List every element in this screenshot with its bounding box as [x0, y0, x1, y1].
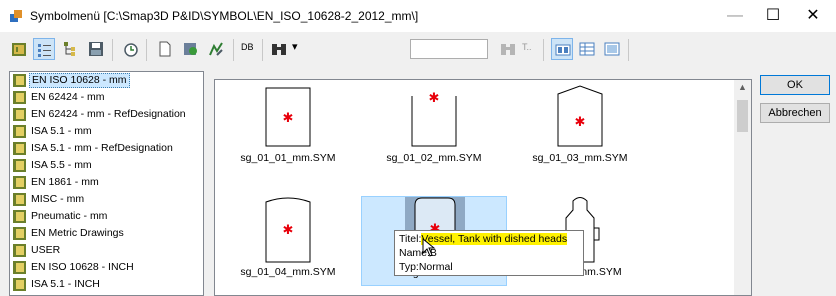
- scroll-up-arrow-icon[interactable]: ▲: [734, 82, 751, 92]
- binoculars-icon[interactable]: [268, 38, 290, 60]
- symbol-marker: ✱: [283, 110, 294, 125]
- list-view-icon[interactable]: [33, 38, 55, 60]
- library-book-icon: [13, 159, 26, 172]
- library-book-icon: [13, 142, 26, 155]
- library-book-icon: [13, 210, 26, 223]
- tree-item-label: EN 1861 - mm: [31, 176, 99, 188]
- gallery-scrollbar[interactable]: ▲: [734, 80, 751, 295]
- scrollbar-thumb[interactable]: [737, 100, 748, 132]
- library-icon[interactable]: [8, 38, 30, 60]
- large-icons-view-icon[interactable]: [551, 38, 573, 60]
- library-book-icon: [13, 261, 26, 274]
- symbol-marker: ✱: [575, 114, 586, 129]
- app-icon: [10, 10, 22, 22]
- symbol-label: sg_01_01_mm.SYM: [240, 152, 336, 164]
- preview-view-icon[interactable]: [601, 38, 623, 60]
- tooltip-type-line: Typ:Normal: [399, 261, 453, 273]
- vessel-preview-icon: ✱: [265, 87, 311, 147]
- title-bar: Symbolmenü [C:\Smap3D P&ID\SYMBOL\EN_ISO…: [0, 0, 836, 32]
- symbol-tile[interactable]: ✱ sg_01_03_mm.SYM: [507, 80, 653, 170]
- library-book-icon: [13, 125, 26, 138]
- new-document-icon[interactable]: [154, 38, 176, 60]
- library-book-icon: [13, 278, 26, 291]
- library-book-icon: [13, 91, 26, 104]
- tree-item-label: EN Metric Drawings: [31, 227, 124, 239]
- mouse-pointer-icon: [422, 238, 436, 257]
- search-dropdown-button[interactable]: ▾: [292, 40, 298, 53]
- search-input[interactable]: [410, 39, 488, 59]
- cancel-button[interactable]: Abbrechen: [760, 103, 830, 123]
- symbol-marker: ✱: [283, 222, 294, 237]
- tree-view-icon[interactable]: [59, 38, 81, 60]
- window-title: Symbolmenü [C:\Smap3D P&ID\SYMBOL\EN_ISO…: [30, 9, 419, 23]
- symbol-library-tree: EN ISO 10628 - mm EN 62424 - mm EN 62424…: [9, 71, 204, 296]
- tree-item-label: Pneumatic - mm: [31, 210, 108, 222]
- domed-vessel-preview-icon: ✱: [265, 197, 311, 263]
- tooltip-title-label: Titel:: [399, 233, 422, 245]
- db-button[interactable]: DB: [241, 42, 254, 52]
- find-next-icon: [497, 38, 519, 60]
- refresh-icon[interactable]: [180, 38, 202, 60]
- library-book-icon: [13, 74, 26, 87]
- details-view-icon[interactable]: [576, 38, 598, 60]
- pointed-vessel-preview-icon: ✱: [557, 85, 603, 147]
- text-search-button: T..: [522, 42, 532, 52]
- tree-item-label: USER: [31, 244, 61, 256]
- save-icon[interactable]: [85, 38, 107, 60]
- ok-button[interactable]: OK: [760, 75, 830, 95]
- tree-item-label: ISA 5.1 - mm - RefDesignation: [31, 142, 173, 154]
- symbol-marker: ✱: [429, 90, 440, 105]
- tree-item-label: EN ISO 10628 - mm: [29, 73, 130, 88]
- library-book-icon: [13, 244, 26, 257]
- tree-item-label: ISA 5.1 - INCH: [31, 278, 100, 290]
- tree-item-label: MISC - mm: [31, 193, 85, 205]
- history-icon[interactable]: [120, 38, 142, 60]
- tree-item-label: EN 62424 - mm: [31, 91, 105, 103]
- library-book-icon: [13, 176, 26, 189]
- tree-item-label: ISA 5.5 - mm: [31, 159, 92, 171]
- symbol-tile[interactable]: ✱ sg_01_02_mm.SYM: [361, 80, 507, 170]
- close-button[interactable]: ✕: [790, 0, 836, 32]
- tree-item-label: EN ISO 10628 - INCH: [31, 261, 134, 273]
- library-book-icon: [13, 227, 26, 240]
- tooltip-title-value: Vessel, Tank with dished heads: [421, 233, 568, 245]
- library-book-icon: [13, 108, 26, 121]
- toolbar: DB ▾ T..: [0, 32, 836, 68]
- tree-item-label: EN 62424 - mm - RefDesignation: [31, 108, 186, 120]
- edit-symbol-icon[interactable]: [205, 38, 227, 60]
- library-book-icon: [13, 193, 26, 206]
- symbol-label: sg_01_03_mm.SYM: [532, 152, 628, 164]
- symbol-label: sg_01_02_mm.SYM: [386, 152, 482, 164]
- tree-item-label: ISA 5.1 - mm: [31, 125, 92, 137]
- open-tank-preview-icon: ✱: [411, 90, 457, 147]
- symbol-tile[interactable]: ✱ sg_01_01_mm.SYM: [215, 80, 361, 170]
